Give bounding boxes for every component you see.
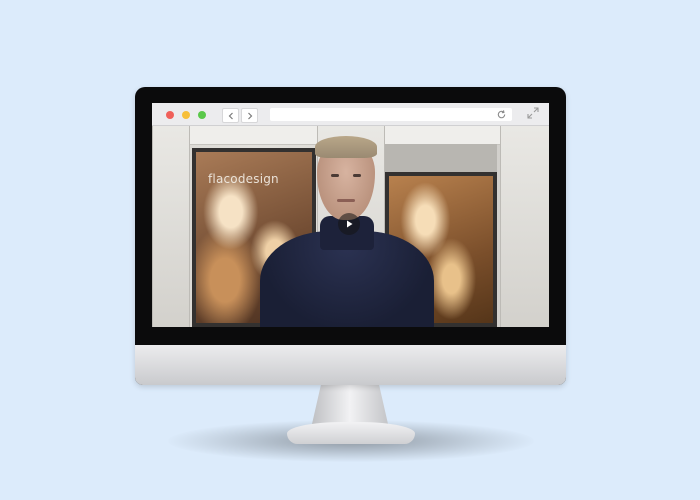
monitor-chin [135,345,566,385]
monitor-base [287,422,415,444]
video-player[interactable]: flacodesign [152,126,549,327]
forward-icon [247,112,252,119]
close-window-button[interactable] [166,111,174,119]
minimize-window-button[interactable] [182,111,190,119]
expand-icon[interactable] [527,107,539,119]
browser-toolbar [152,103,549,126]
scene: flacodesign [0,0,700,500]
play-button[interactable] [338,213,360,235]
play-icon [347,220,353,228]
monitor: flacodesign [135,87,566,385]
monitor-stand [312,384,388,424]
forward-button[interactable] [241,108,258,123]
screen: flacodesign [152,103,549,327]
address-bar[interactable] [270,108,512,121]
back-icon [228,112,233,119]
zoom-window-button[interactable] [198,111,206,119]
reload-icon[interactable] [496,109,507,120]
back-button[interactable] [222,108,239,123]
